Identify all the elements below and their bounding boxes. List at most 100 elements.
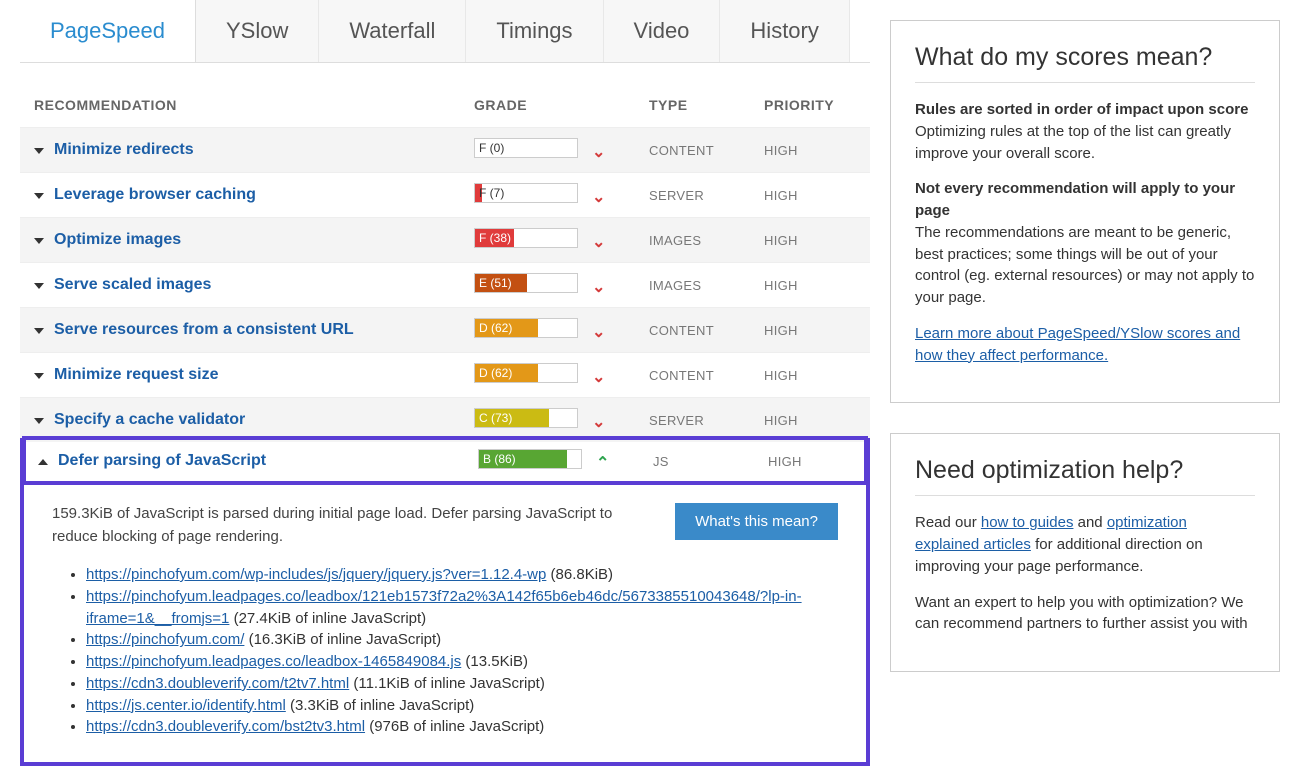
resource-link[interactable]: https://pinchofyum.leadpages.co/leadbox-… (86, 653, 461, 670)
type-cell: IMAGES (649, 278, 764, 293)
priority-cell: HIGH (764, 413, 856, 428)
caret-down-icon[interactable] (34, 373, 44, 379)
tab-pagespeed[interactable]: PageSpeed (20, 0, 196, 62)
grade-bar: B (86) (478, 449, 582, 469)
recommendation-name[interactable]: Serve scaled images (54, 276, 211, 293)
chevron-down-icon: ⌄ (592, 187, 605, 207)
grade-bar: F (0) (474, 138, 578, 158)
type-cell: SERVER (649, 188, 764, 203)
list-item: https://js.center.io/identify.html (3.3K… (86, 695, 838, 717)
grade-label: F (7) (479, 186, 504, 200)
tab-yslow[interactable]: YSlow (196, 0, 319, 62)
resource-list: https://pinchofyum.com/wp-includes/js/jq… (52, 564, 838, 738)
expanded-wrapper: Defer parsing of JavaScriptB (86)⌃JSHIGH… (20, 438, 870, 766)
priority-cell: HIGH (768, 454, 852, 469)
table-row[interactable]: Optimize imagesF (38)⌄IMAGESHIGH (20, 217, 870, 262)
learn-more-link[interactable]: Learn more about PageSpeed/YSlow scores … (915, 325, 1240, 364)
box-text: and (1073, 514, 1106, 531)
table-row[interactable]: Minimize request sizeD (62)⌄CONTENTHIGH (20, 352, 870, 397)
resource-meta: (16.3KiB of inline JavaScript) (244, 631, 441, 648)
grade-label: C (73) (479, 411, 512, 425)
header-grade: GRADE (474, 97, 649, 113)
list-item: https://pinchofyum.com/wp-includes/js/jq… (86, 564, 838, 586)
tab-video[interactable]: Video (604, 0, 721, 62)
table-row[interactable]: Specify a cache validatorC (73)⌄SERVERHI… (20, 397, 870, 442)
box-subtitle: Not every recommendation will apply to y… (915, 180, 1235, 219)
caret-down-icon[interactable] (34, 238, 44, 244)
recommendation-name[interactable]: Specify a cache validator (54, 411, 245, 428)
type-cell: CONTENT (649, 143, 764, 158)
resource-meta: (976B of inline JavaScript) (365, 718, 544, 735)
recommendation-name[interactable]: Minimize request size (54, 366, 219, 383)
resource-link[interactable]: https://js.center.io/identify.html (86, 697, 286, 714)
priority-cell: HIGH (764, 233, 856, 248)
recommendation-name[interactable]: Leverage browser caching (54, 186, 256, 203)
grade-bar: C (73) (474, 408, 578, 428)
optimization-help-box: Need optimization help? Read our how to … (890, 433, 1280, 672)
box-text: Read our (915, 514, 981, 531)
caret-up-icon[interactable] (38, 459, 48, 465)
chevron-down-icon: ⌄ (592, 142, 605, 162)
table-row[interactable]: Defer parsing of JavaScriptB (86)⌃JSHIGH (24, 438, 866, 483)
scores-explainer-box: What do my scores mean? Rules are sorted… (890, 20, 1280, 403)
table-row[interactable]: Serve scaled images E (51) ⌄ IMAGESHIGH (20, 262, 870, 307)
grade-bar: D (62) (474, 363, 578, 383)
caret-down-icon[interactable] (34, 148, 44, 154)
chevron-down-icon: ⌄ (592, 232, 605, 252)
tab-history[interactable]: History (720, 0, 849, 62)
recommendation-name[interactable]: Serve resources from a consistent URL (54, 321, 354, 338)
tab-waterfall[interactable]: Waterfall (319, 0, 466, 62)
grade-bar: D (62) (474, 318, 578, 338)
resource-link[interactable]: https://cdn3.doubleverify.com/bst2tv3.ht… (86, 718, 365, 735)
caret-down-icon[interactable] (34, 193, 44, 199)
guides-link[interactable]: how to guides (981, 514, 1074, 531)
recommendations-table: RECOMMENDATION GRADE TYPE PRIORITY Minim… (20, 87, 870, 766)
resource-link[interactable]: https://pinchofyum.com/ (86, 631, 244, 648)
box-text: The recommendations are meant to be gene… (915, 224, 1254, 306)
table-row[interactable]: Serve resources from a consistent URL D (… (20, 307, 870, 352)
priority-cell: HIGH (764, 278, 856, 293)
whats-this-mean-button[interactable]: What's this mean? (675, 503, 838, 540)
resource-meta: (13.5KiB) (461, 653, 528, 670)
table-header: RECOMMENDATION GRADE TYPE PRIORITY (20, 87, 870, 127)
chevron-down-icon: ⌄ (592, 322, 605, 342)
caret-down-icon[interactable] (34, 418, 44, 424)
list-item: https://pinchofyum.com/ (16.3KiB of inli… (86, 629, 838, 651)
priority-cell: HIGH (764, 368, 856, 383)
box-text: Optimizing rules at the top of the list … (915, 123, 1231, 162)
caret-down-icon[interactable] (34, 283, 44, 289)
resource-link[interactable]: https://pinchofyum.com/wp-includes/js/jq… (86, 566, 546, 583)
recommendation-name[interactable]: Optimize images (54, 231, 181, 248)
chevron-down-icon: ⌄ (592, 367, 605, 387)
grade-label: E (51) (479, 276, 512, 290)
list-item: https://cdn3.doubleverify.com/t2tv7.html… (86, 673, 838, 695)
list-item: https://cdn3.doubleverify.com/bst2tv3.ht… (86, 716, 838, 738)
expanded-description: 159.3KiB of JavaScript is parsed during … (52, 503, 651, 548)
grade-label: D (62) (479, 321, 512, 335)
list-item: https://pinchofyum.leadpages.co/leadbox/… (86, 586, 838, 630)
tab-timings[interactable]: Timings (466, 0, 603, 62)
chevron-down-icon: ⌄ (592, 277, 605, 297)
expanded-panel: 159.3KiB of JavaScript is parsed during … (24, 483, 866, 762)
resource-meta: (3.3KiB of inline JavaScript) (286, 697, 474, 714)
header-recommendation: RECOMMENDATION (34, 97, 474, 113)
recommendation-name[interactable]: Defer parsing of JavaScript (58, 452, 266, 469)
resource-link[interactable]: https://cdn3.doubleverify.com/t2tv7.html (86, 675, 349, 692)
caret-down-icon[interactable] (34, 328, 44, 334)
table-row[interactable]: Leverage browser caching F (7) ⌄ SERVERHIGH (20, 172, 870, 217)
list-item: https://pinchofyum.leadpages.co/leadbox-… (86, 651, 838, 673)
priority-cell: HIGH (764, 143, 856, 158)
resource-meta: (11.1KiB of inline JavaScript) (349, 675, 545, 692)
recommendation-name[interactable]: Minimize redirects (54, 141, 194, 158)
priority-cell: HIGH (764, 188, 856, 203)
resource-meta: (27.4KiB of inline JavaScript) (229, 610, 426, 627)
table-row[interactable]: Minimize redirects F (0) ⌄ CONTENTHIGH (20, 127, 870, 172)
box-title: What do my scores mean? (915, 43, 1255, 83)
type-cell: JS (653, 454, 768, 469)
box-title: Need optimization help? (915, 456, 1255, 496)
type-cell: SERVER (649, 413, 764, 428)
resource-link[interactable]: https://pinchofyum.leadpages.co/leadbox/… (86, 588, 802, 627)
grade-bar: E (51) (474, 273, 578, 293)
grade-label: F (38) (479, 231, 511, 245)
grade-bar: F (7) (474, 183, 578, 203)
